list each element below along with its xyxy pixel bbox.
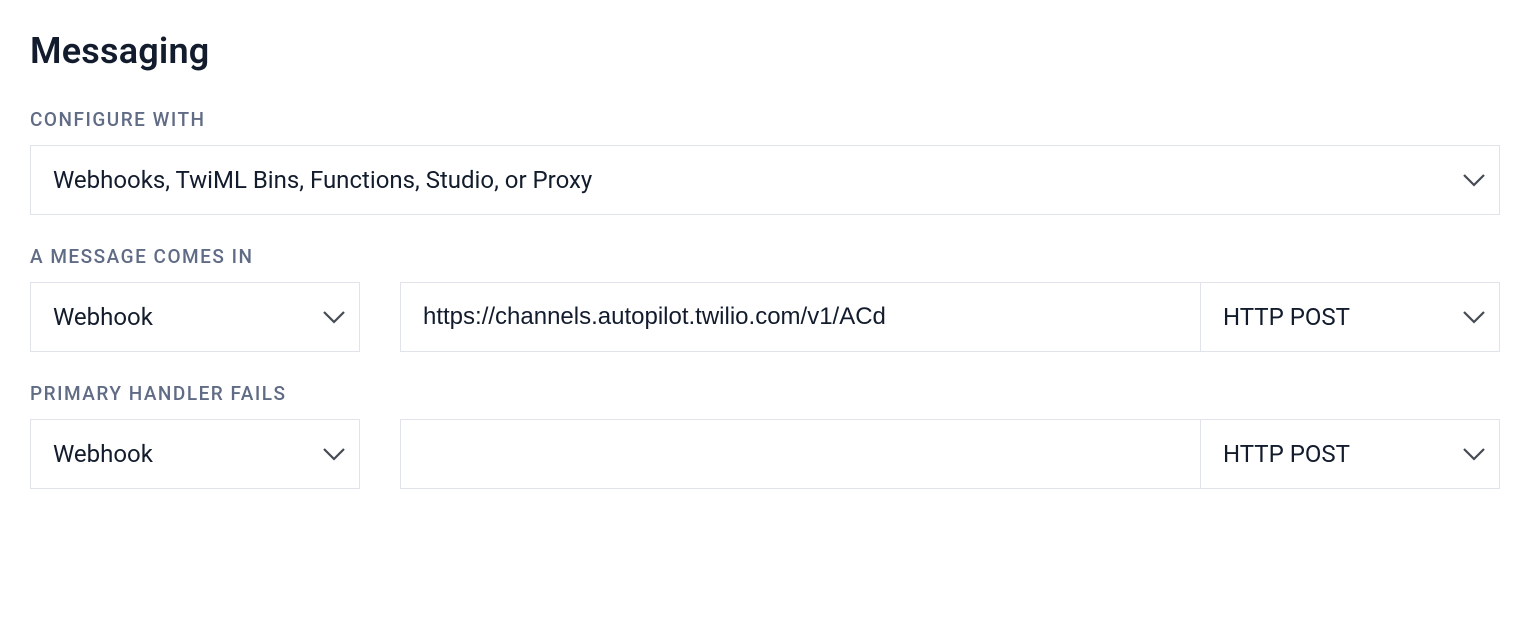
message-url-input[interactable] xyxy=(400,282,1200,352)
fallback-handler-type-select[interactable]: Webhook xyxy=(30,419,360,489)
chevron-down-icon xyxy=(309,310,359,324)
primary-handler-fails-label: PRIMARY HANDLER FAILS xyxy=(30,382,1500,405)
chevron-down-icon xyxy=(1449,310,1499,324)
message-comes-in-label: A MESSAGE COMES IN xyxy=(30,245,1500,268)
fallback-method-select[interactable]: HTTP POST xyxy=(1200,419,1500,489)
configure-with-value: Webhooks, TwiML Bins, Functions, Studio,… xyxy=(31,166,1449,194)
fallback-url-input[interactable] xyxy=(400,419,1200,489)
chevron-down-icon xyxy=(309,447,359,461)
chevron-down-icon xyxy=(1449,447,1499,461)
configure-with-label: CONFIGURE WITH xyxy=(30,108,1500,131)
message-method-select[interactable]: HTTP POST xyxy=(1200,282,1500,352)
fallback-handler-type-value: Webhook xyxy=(31,440,309,468)
message-url-group: HTTP POST xyxy=(400,282,1500,352)
fallback-method-value: HTTP POST xyxy=(1201,440,1449,468)
message-method-value: HTTP POST xyxy=(1201,303,1449,331)
fallback-url-group: HTTP POST xyxy=(400,419,1500,489)
configure-with-select[interactable]: Webhooks, TwiML Bins, Functions, Studio,… xyxy=(30,145,1500,215)
primary-handler-fails-group: PRIMARY HANDLER FAILS Webhook HTTP POST xyxy=(30,382,1500,489)
section-title: Messaging xyxy=(30,30,1500,72)
configure-with-group: CONFIGURE WITH Webhooks, TwiML Bins, Fun… xyxy=(30,108,1500,215)
message-handler-type-value: Webhook xyxy=(31,303,309,331)
message-comes-in-group: A MESSAGE COMES IN Webhook HTTP POST xyxy=(30,245,1500,352)
message-handler-type-select[interactable]: Webhook xyxy=(30,282,360,352)
chevron-down-icon xyxy=(1449,173,1499,187)
